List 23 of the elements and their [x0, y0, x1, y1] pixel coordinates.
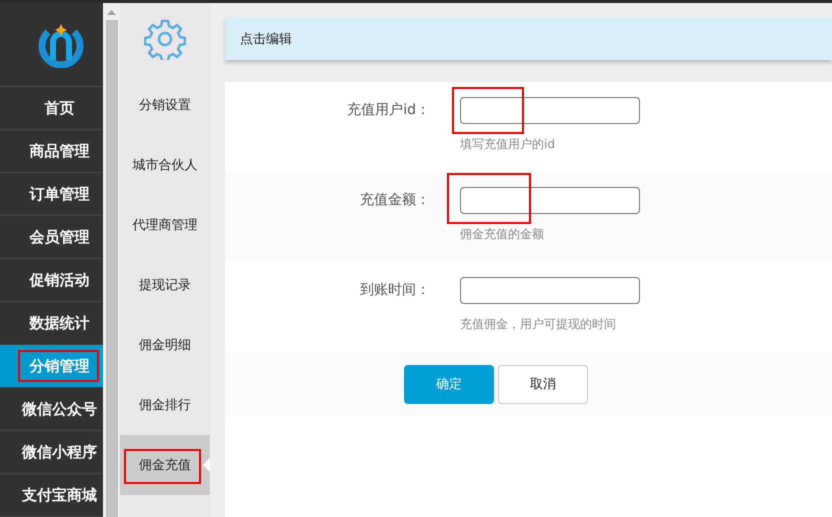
submenu-item[interactable]: 佣金充值	[120, 435, 210, 495]
input-field[interactable]	[460, 187, 640, 214]
field-label: 充值用户id：	[346, 101, 430, 120]
header-title: 点击编辑	[240, 30, 292, 48]
input-field[interactable]	[460, 97, 640, 124]
input-field[interactable]	[460, 277, 640, 304]
submenu-item[interactable]: 分销设置	[120, 75, 210, 135]
logo-icon	[36, 22, 86, 68]
settings-icon	[144, 18, 186, 60]
scrollbar[interactable]	[103, 3, 120, 517]
scrollbar-thumb[interactable]	[106, 20, 118, 517]
field-hint: 充值佣金，用户可提现的时间	[460, 316, 617, 333]
submenu-item[interactable]: 佣金明细	[120, 315, 210, 375]
submenu-item[interactable]: 代理商管理	[120, 195, 210, 255]
submenu-item[interactable]: 城市合伙人	[120, 135, 210, 195]
field-hint: 填写充值用户的id	[460, 136, 556, 153]
submenu-item[interactable]: 提现记录	[120, 255, 210, 315]
field-label: 充值金额：	[359, 191, 430, 210]
scroll-up-icon[interactable]	[107, 10, 116, 15]
field-label: 到账时间：	[359, 281, 430, 300]
cancel-button[interactable]: 取消	[498, 364, 588, 404]
field-hint: 佣金充值的金额	[460, 226, 545, 243]
submenu-item[interactable]: 佣金排行	[120, 375, 210, 435]
